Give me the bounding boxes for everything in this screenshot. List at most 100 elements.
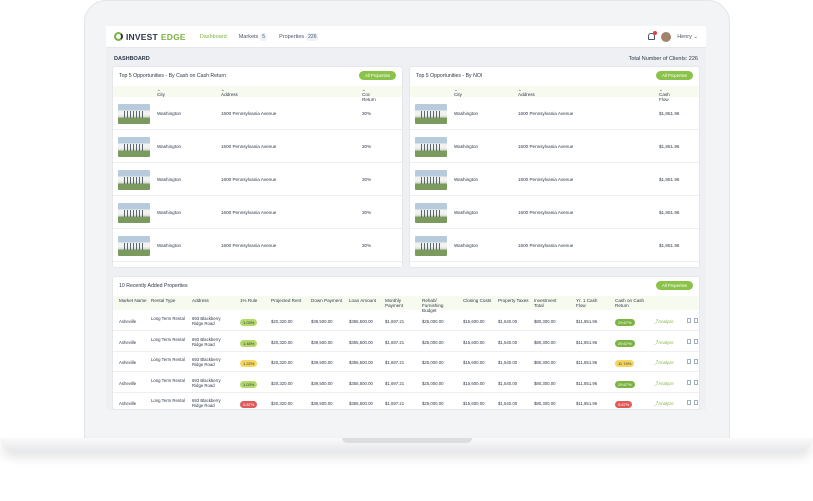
city-cell: Washington xyxy=(454,144,479,149)
property-thumbnail xyxy=(415,137,447,157)
city-cell: Washington xyxy=(454,210,479,215)
column-header[interactable]: Investment Total xyxy=(534,298,566,308)
table-row[interactable]: Washington 1600 Pennsylvania Avenue 30% xyxy=(113,163,402,196)
value-cell: $1,851.96 xyxy=(659,144,680,149)
column-header[interactable]: Loan Amount xyxy=(349,298,381,303)
col-address[interactable]: Address ⌃ xyxy=(518,89,535,97)
table-header: City ⌃ Address ⌃ Cash Flow ⌃ xyxy=(410,86,699,102)
card-title: 10 Recently Added Properties xyxy=(119,283,188,289)
loan-cell: $355,500.00 xyxy=(349,339,373,345)
rent-cell: $20,320.00 xyxy=(271,401,293,406)
table-row[interactable]: Asheville Long Term Rental 693 Blackberry … xyxy=(113,332,699,352)
column-header[interactable]: Yr. 1 Cash Flow xyxy=(576,298,608,308)
markets-count-badge: 5 xyxy=(260,32,268,41)
analyze-link[interactable]: ⤴ Analyze xyxy=(654,319,674,324)
column-header[interactable]: Closing Costs xyxy=(463,298,495,303)
table-row[interactable]: Washington 1600 Pennsylvania Avenue $1,851… xyxy=(410,130,699,163)
loan-cell: $355,500.00 xyxy=(349,360,373,365)
col-cash-flow[interactable]: Cash Flow ⌃ xyxy=(659,89,670,102)
table-row[interactable]: Washington 1600 Pennsylvania Avenue $1,851… xyxy=(410,163,699,196)
rehab-cell: $25,000.00 xyxy=(422,339,444,345)
invest-cell: $80,300.00 xyxy=(534,339,556,345)
notification-dot xyxy=(653,31,658,35)
coc-cell: 29.67% xyxy=(615,380,635,388)
address-cell: 1600 Pennsylvania Avenue xyxy=(221,144,277,149)
nav-link-properties[interactable]: Properties 226 xyxy=(279,32,319,41)
market-cell: Asheville xyxy=(119,319,137,324)
table-row[interactable]: Asheville Long Term Rental 693 Blackberry … xyxy=(113,352,699,372)
value-cell: $1,851.96 xyxy=(659,210,680,215)
rehab-cell: $25,000.00 xyxy=(422,360,444,365)
address-cell: 693 Blackberry Ridge Road xyxy=(192,377,221,388)
total-clients: Total Number of Clients: 226 xyxy=(628,56,698,62)
table-row[interactable]: Washington 1600 Pennsylvania Avenue 30% xyxy=(113,229,402,262)
rule-cell: 1.48% xyxy=(240,339,258,347)
table-row[interactable]: Washington 1600 Pennsylvania Avenue $1,851… xyxy=(410,229,699,262)
down-cell: $39,500.00 xyxy=(311,380,333,386)
all-properties-button[interactable]: All Properties xyxy=(656,71,693,80)
rent-cell: $20,320.00 xyxy=(271,360,293,365)
loan-cell: $355,500.00 xyxy=(349,401,373,406)
column-header[interactable]: Cash on Cash Return xyxy=(615,298,651,308)
nav-links: Dashboard Markets 5 Properties 226 xyxy=(200,32,319,41)
laptop-notch xyxy=(342,438,472,443)
closing-cell: $15,600.00 xyxy=(463,380,485,386)
analyze-link[interactable]: ⤴ Analyze xyxy=(654,360,674,365)
table-row[interactable]: Asheville Long Term Rental 693 Blackberry … xyxy=(113,393,699,410)
address-cell: 1600 Pennsylvania Avenue xyxy=(221,210,277,215)
property-thumbnail xyxy=(415,170,447,190)
monthly-cell: $1,697.21 xyxy=(385,319,405,324)
column-header[interactable]: Address xyxy=(192,298,224,303)
analyze-label: Analyze xyxy=(658,339,674,345)
analyze-link[interactable]: ⤴ Analyze xyxy=(654,401,674,406)
closing-cell: $15,600.00 xyxy=(463,360,485,365)
analyze-label: Analyze xyxy=(658,360,674,365)
invest-cell: $80,300.00 xyxy=(534,380,556,386)
avatar[interactable] xyxy=(661,31,672,42)
table-row[interactable]: Washington 1600 Pennsylvania Avenue 30% xyxy=(113,130,402,163)
nav-link-properties-label: Properties xyxy=(279,33,305,40)
nav-link-markets[interactable]: Markets 5 xyxy=(239,32,268,41)
cash-cell: $11,851.96 xyxy=(576,319,598,324)
logo[interactable]: INVEST EDGE xyxy=(114,32,186,42)
table-row[interactable]: Asheville Long Term Rental 693 Blackberry … xyxy=(113,311,699,331)
column-header[interactable]: Projected Rent xyxy=(271,298,303,303)
nav-link-dashboard[interactable]: Dashboard xyxy=(200,34,227,40)
column-header[interactable]: Monthly Payment xyxy=(385,298,417,308)
all-properties-button[interactable]: All Properties xyxy=(656,281,693,290)
bell-icon[interactable] xyxy=(648,31,658,40)
table-row[interactable]: Asheville Long Term Rental 693 Blackberry … xyxy=(113,373,699,393)
table-header: City ⌃ Address ⌃ Coc Return ⌃ xyxy=(113,86,402,102)
market-cell: Asheville xyxy=(119,360,137,365)
table-row[interactable]: Washington 1600 Pennsylvania Avenue $1,851… xyxy=(410,97,699,130)
column-header[interactable]: Market Name xyxy=(119,298,151,303)
property-thumbnail xyxy=(118,203,150,223)
col-address[interactable]: Address ⌃ xyxy=(221,89,238,97)
taxes-cell: $1,540.00 xyxy=(498,319,518,324)
type-cell: Long Term Rental xyxy=(151,336,185,342)
property-thumbnail xyxy=(118,170,150,190)
table-row[interactable]: Washington 1600 Pennsylvania Avenue $1,851… xyxy=(410,196,699,229)
card-title: Top 5 Opportunities - By NOI xyxy=(416,73,483,79)
address-cell: 693 Blackberry Ridge Road xyxy=(192,316,221,326)
coc-cell: 11.74% xyxy=(615,360,635,367)
col-city[interactable]: City ⌃ xyxy=(157,89,165,97)
user-name: Henry xyxy=(677,33,692,40)
column-header[interactable]: 1% Rule xyxy=(240,298,272,303)
city-cell: Washington xyxy=(454,111,479,116)
analyze-link[interactable]: ⤴ Analyze xyxy=(654,381,674,386)
column-header[interactable]: Property Taxes xyxy=(498,298,530,303)
value-cell: 30% xyxy=(362,210,372,215)
address-cell: 1600 Pennsylvania Avenue xyxy=(221,243,277,248)
col-coc-return[interactable]: Coc Return ⌃ xyxy=(362,89,376,102)
user-menu[interactable]: Henry ⌄ xyxy=(677,34,698,40)
column-header[interactable]: Rental Type xyxy=(151,298,183,303)
all-properties-button[interactable]: All Properties xyxy=(359,71,396,80)
analyze-label: Analyze xyxy=(658,319,674,324)
analyze-link[interactable]: ⤴ Analyze xyxy=(654,340,674,345)
table-row[interactable]: Washington 1600 Pennsylvania Avenue 30% xyxy=(113,196,402,229)
table-row[interactable]: Washington 1600 Pennsylvania Avenue 30% xyxy=(113,97,402,130)
col-city[interactable]: City ⌃ xyxy=(454,89,462,97)
address-cell: 1600 Pennsylvania Avenue xyxy=(518,243,574,248)
column-header[interactable]: Down Payment xyxy=(311,298,343,303)
